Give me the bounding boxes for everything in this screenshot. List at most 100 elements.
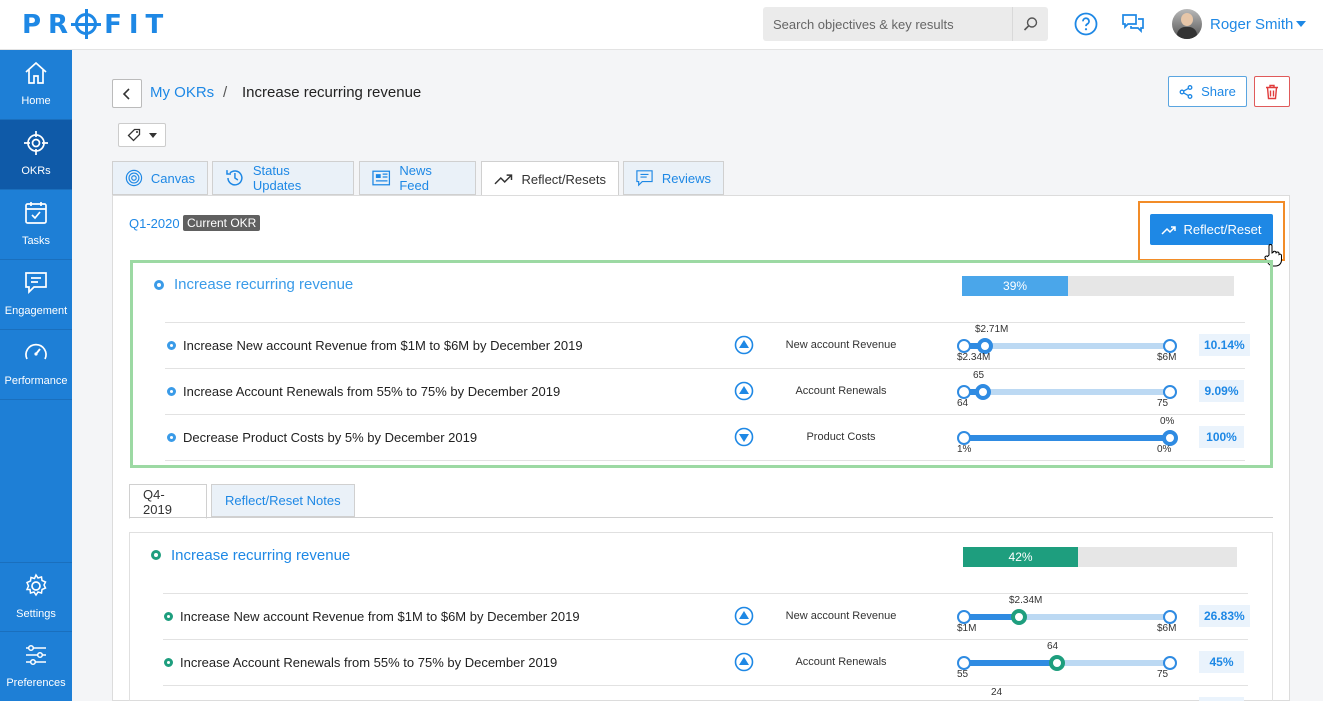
kr-start-knob [957,431,971,445]
kr-current-value: 24 [991,687,1003,698]
sidebar-item-okrs[interactable]: OKRs [0,120,72,190]
share-button[interactable]: Share [1168,76,1247,107]
tab-canvas[interactable]: Canvas [112,161,208,195]
help-icon[interactable] [1073,11,1099,37]
sidebar-item-tasks[interactable]: Tasks [0,190,72,260]
tab-status-updates[interactable]: Status Updates [212,161,354,195]
kr-metric: Account Renewals [795,385,887,397]
tab-reflect-resets[interactable]: Reflect/Resets [481,161,619,197]
arrow-up-icon [734,652,756,674]
kr-percent-badge: 45% [1199,651,1244,673]
kr-bullet [167,387,176,396]
search-box [763,7,1048,41]
kr-bullet [164,658,173,667]
tab-q4-2019[interactable]: Q4-2019 [129,484,207,519]
back-button[interactable] [112,79,142,108]
tab-news-feed[interactable]: News Feed [359,161,476,195]
newspaper-icon [372,170,391,186]
row-divider [163,685,1248,686]
trend-icon [494,174,513,185]
kr-start-value: 64 [957,398,969,409]
kr-start-knob [957,339,971,353]
kr-percent-badge: 26.83% [1199,605,1250,627]
kr-title[interactable]: Increase New account Revenue from $1M to… [180,609,580,624]
search-input[interactable] [763,7,1011,41]
quarter-label: Q1-2020 [129,216,180,231]
arrow-up-icon [734,381,756,403]
kr-slider-track [964,435,1170,441]
current-okr-badge: Current OKR [183,215,261,231]
target-icon [24,131,48,155]
profit-logo[interactable]: PR FIT [22,9,170,40]
sidebar-item-preferences[interactable]: Preferences [0,632,72,701]
row-divider [165,322,1245,323]
trend-icon [1161,225,1177,235]
top-bar: PRFIT Roger Smith [0,0,1323,50]
objective-title[interactable]: Increase recurring revenue [171,547,350,564]
kr-slider-track [964,343,1170,349]
kr-current-value: 64 [1047,641,1059,652]
kr-target-value: $6M [1157,623,1177,634]
kr-percent-badge: 10.14% [1199,334,1250,356]
row-divider [165,460,1245,461]
tab-reviews[interactable]: Reviews [623,161,724,195]
share-icon [1179,84,1193,99]
kr-bullet [164,612,173,621]
delete-button[interactable] [1254,76,1290,107]
kr-bullet [167,433,176,442]
kr-metric: New account Revenue [785,610,897,622]
kr-metric: Product Costs [806,431,876,443]
kr-title[interactable]: Increase Account Renewals from 55% to 75… [183,384,560,399]
kr-start-knob [957,610,971,624]
kr-metric: Account Renewals [795,656,887,668]
sidebar-item-performance[interactable]: Performance [0,330,72,400]
kr-current-value: $2.71M [975,324,1009,335]
objective-progress-fill: 39% [962,276,1069,296]
tab-reflect-reset-notes[interactable]: Reflect/Reset Notes [211,484,355,517]
objective-progress-bar: 42% [963,547,1237,567]
breadcrumb-my-okrs-link[interactable]: My OKRs [150,84,214,101]
kr-title[interactable]: Decrease Product Costs by 5% by December… [183,430,477,445]
gear-icon [25,573,47,597]
kr-bullet [167,341,176,350]
kr-title[interactable]: Increase Account Renewals from 55% to 75… [180,655,557,670]
reflect-reset-button[interactable]: Reflect/Reset [1150,214,1273,245]
kr-current-knob[interactable] [1011,609,1027,625]
sidebar-item-engagement[interactable]: Engagement [0,260,72,330]
kr-current-knob[interactable] [975,384,991,400]
arrow-down-icon [734,427,756,449]
kr-target-value: $6M [1157,352,1177,363]
search-button[interactable] [1012,7,1048,41]
tag-dropdown[interactable] [118,123,166,147]
kr-current-knob[interactable] [1049,655,1065,671]
sidebar-item-settings[interactable]: Settings [0,562,72,632]
kr-target-knob [1163,610,1177,624]
chevron-down-icon [1296,21,1307,27]
row-divider [163,639,1248,640]
kr-target-knob [1163,339,1177,353]
kr-start-knob [957,656,971,670]
gauge-icon [25,343,47,360]
trash-icon [1266,84,1278,99]
kr-target-value: 75 [1157,669,1169,680]
kr-current-value: $2.34M [1009,595,1043,606]
user-menu[interactable]: Roger Smith [1172,8,1307,40]
objective-title[interactable]: Increase recurring revenue [174,276,353,293]
chevron-left-icon [122,87,130,100]
kr-slider-track [964,660,1170,666]
sidebar: Home OKRs Tasks Engagement Performance S… [0,50,72,701]
sidebar-item-home[interactable]: Home [0,50,72,120]
arrow-up-icon [734,335,756,357]
kr-slider-fill [964,435,1170,441]
kr-title[interactable]: Increase New account Revenue from $1M to… [183,338,583,353]
kr-current-value: 65 [973,370,985,381]
row-divider [165,368,1245,369]
chat-icon[interactable] [1120,11,1146,37]
kr-slider-track [964,614,1170,620]
subtab-divider [129,517,1273,518]
kr-start-value: $2.34M [957,352,991,363]
row-divider [165,414,1245,415]
home-icon [25,61,47,84]
kr-start-knob [957,385,971,399]
kr-current-value: 0% [1160,416,1175,427]
